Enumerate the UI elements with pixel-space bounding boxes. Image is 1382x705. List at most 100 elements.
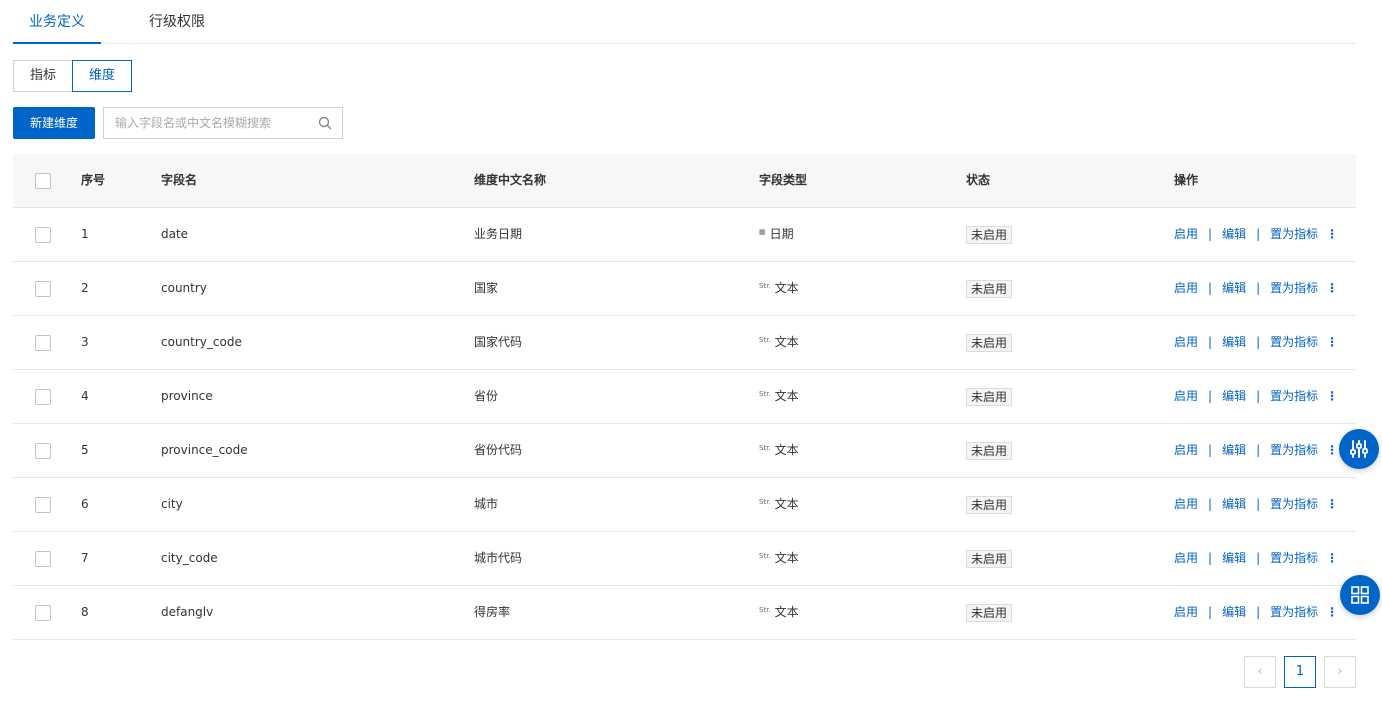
pager-prev-button[interactable]: ‹ — [1244, 656, 1276, 688]
table-row: 2 country 国家 Str. 文本 未启用 启用 | 编辑 | 置为指标 ⋮ — [13, 262, 1356, 316]
enable-link[interactable]: 启用 — [1174, 281, 1198, 295]
edit-link[interactable]: 编辑 — [1222, 551, 1246, 565]
search-icon[interactable] — [318, 116, 332, 130]
tab-business-definition[interactable]: 业务定义 — [13, 0, 101, 44]
select-all-checkbox[interactable] — [35, 173, 51, 189]
row-checkbox[interactable] — [35, 389, 51, 405]
row-actions: 启用 | 编辑 | 置为指标 ⋮ — [1174, 370, 1338, 423]
enable-link[interactable]: 启用 — [1174, 551, 1198, 565]
row-checkbox[interactable] — [35, 443, 51, 459]
row-actions: 启用 | 编辑 | 置为指标 ⋮ — [1174, 424, 1338, 477]
set-as-metric-link[interactable]: 置为指标 — [1270, 497, 1318, 511]
table-row: 3 country_code 国家代码 Str. 文本 未启用 启用 | 编辑 | 置为指… — [13, 316, 1356, 370]
edit-link[interactable]: 编辑 — [1222, 227, 1246, 241]
action-separator: | — [1256, 497, 1261, 511]
row-actions: 启用 | 编辑 | 置为指标 ⋮ — [1174, 316, 1338, 369]
row-type: Str. 文本 — [759, 424, 799, 477]
more-actions-icon[interactable]: ⋮ — [1326, 389, 1338, 403]
action-separator: | — [1256, 281, 1261, 295]
status-badge: 未启用 — [966, 549, 1013, 568]
search-input[interactable] — [115, 108, 315, 138]
row-type-label: 文本 — [774, 551, 799, 565]
edit-link[interactable]: 编辑 — [1222, 497, 1246, 511]
sliders-fab[interactable] — [1339, 429, 1379, 469]
more-actions-icon[interactable]: ⋮ — [1326, 281, 1338, 295]
pager-next-button[interactable]: › — [1324, 656, 1356, 688]
status-badge: 未启用 — [966, 225, 1013, 244]
row-index: 2 — [81, 281, 89, 295]
row-field-name: country_code — [161, 335, 242, 349]
enable-link[interactable]: 启用 — [1174, 389, 1198, 403]
status-badge: 未启用 — [966, 279, 1013, 298]
row-field-name: defanglv — [161, 605, 214, 619]
row-checkbox[interactable] — [35, 281, 51, 297]
edit-link[interactable]: 编辑 — [1222, 335, 1246, 349]
edit-link[interactable]: 编辑 — [1222, 443, 1246, 457]
top-tabs: 业务定义 行级权限 — [13, 0, 1356, 44]
row-type: ▦ 日期 — [759, 208, 794, 261]
table-row: 6 city 城市 Str. 文本 未启用 启用 | 编辑 | 置为指标 ⋮ — [13, 478, 1356, 532]
new-dimension-button[interactable]: 新建维度 — [13, 107, 95, 139]
set-as-metric-link[interactable]: 置为指标 — [1270, 335, 1318, 349]
action-separator: | — [1208, 605, 1213, 619]
set-as-metric-link[interactable]: 置为指标 — [1270, 443, 1318, 457]
dimension-table: 序号 字段名 维度中文名称 字段类型 状态 操作 1 date 业务日期 ▦ 日期… — [13, 154, 1356, 640]
pager-page-button[interactable]: 1 — [1284, 656, 1316, 688]
edit-link[interactable]: 编辑 — [1222, 389, 1246, 403]
set-as-metric-link[interactable]: 置为指标 — [1270, 227, 1318, 241]
row-checkbox[interactable] — [35, 551, 51, 567]
string-type-icon: Str. — [759, 498, 771, 506]
more-actions-icon[interactable]: ⋮ — [1326, 551, 1338, 565]
enable-link[interactable]: 启用 — [1174, 335, 1198, 349]
row-checkbox[interactable] — [35, 227, 51, 243]
action-separator: | — [1256, 605, 1261, 619]
row-status: 未启用 — [966, 424, 1013, 477]
row-cn-name: 城市代码 — [474, 551, 523, 565]
table-row: 7 city_code 城市代码 Str. 文本 未启用 启用 | 编辑 | 置为指标 ⋮ — [13, 532, 1356, 586]
enable-link[interactable]: 启用 — [1174, 497, 1198, 511]
more-actions-icon[interactable]: ⋮ — [1326, 605, 1338, 619]
table-row: 8 defanglv 得房率 Str. 文本 未启用 启用 | 编辑 | 置为指标 ⋮ — [13, 586, 1356, 640]
tab-row-permission[interactable]: 行级权限 — [133, 0, 221, 44]
more-actions-icon[interactable]: ⋮ — [1326, 497, 1338, 511]
action-separator: | — [1208, 551, 1213, 565]
segment-metric[interactable]: 指标 — [13, 60, 73, 92]
table-row: 5 province_code 省份代码 Str. 文本 未启用 启用 | 编辑 | 置为… — [13, 424, 1356, 478]
enable-link[interactable]: 启用 — [1174, 605, 1198, 619]
grid-icon — [1351, 586, 1369, 604]
row-checkbox[interactable] — [35, 335, 51, 351]
row-field-name: province — [161, 389, 213, 403]
set-as-metric-link[interactable]: 置为指标 — [1270, 281, 1318, 295]
status-badge: 未启用 — [966, 603, 1013, 622]
row-actions: 启用 | 编辑 | 置为指标 ⋮ — [1174, 532, 1338, 585]
action-separator: | — [1208, 227, 1213, 241]
edit-link[interactable]: 编辑 — [1222, 605, 1246, 619]
set-as-metric-link[interactable]: 置为指标 — [1270, 551, 1318, 565]
row-actions: 启用 | 编辑 | 置为指标 ⋮ — [1174, 586, 1338, 639]
row-field-name: city — [161, 497, 183, 511]
edit-link[interactable]: 编辑 — [1222, 281, 1246, 295]
more-actions-icon[interactable]: ⋮ — [1326, 227, 1338, 241]
action-separator: | — [1256, 389, 1261, 403]
row-actions: 启用 | 编辑 | 置为指标 ⋮ — [1174, 262, 1338, 315]
more-actions-icon[interactable]: ⋮ — [1326, 443, 1338, 457]
row-checkbox[interactable] — [35, 497, 51, 513]
segment-dimension[interactable]: 维度 — [72, 60, 132, 92]
row-index: 3 — [81, 335, 89, 349]
row-index: 6 — [81, 497, 89, 511]
row-field-name: province_code — [161, 443, 248, 457]
set-as-metric-link[interactable]: 置为指标 — [1270, 605, 1318, 619]
row-type-label: 文本 — [774, 335, 799, 349]
row-checkbox[interactable] — [35, 605, 51, 621]
row-cn-name: 省份 — [474, 389, 499, 403]
enable-link[interactable]: 启用 — [1174, 227, 1198, 241]
set-as-metric-link[interactable]: 置为指标 — [1270, 389, 1318, 403]
more-actions-icon[interactable]: ⋮ — [1326, 335, 1338, 349]
row-type: Str. 文本 — [759, 586, 799, 639]
enable-link[interactable]: 启用 — [1174, 443, 1198, 457]
row-field-name: city_code — [161, 551, 218, 565]
grid-fab[interactable] — [1340, 575, 1380, 615]
status-badge: 未启用 — [966, 387, 1013, 406]
row-status: 未启用 — [966, 262, 1013, 315]
row-index: 7 — [81, 551, 89, 565]
